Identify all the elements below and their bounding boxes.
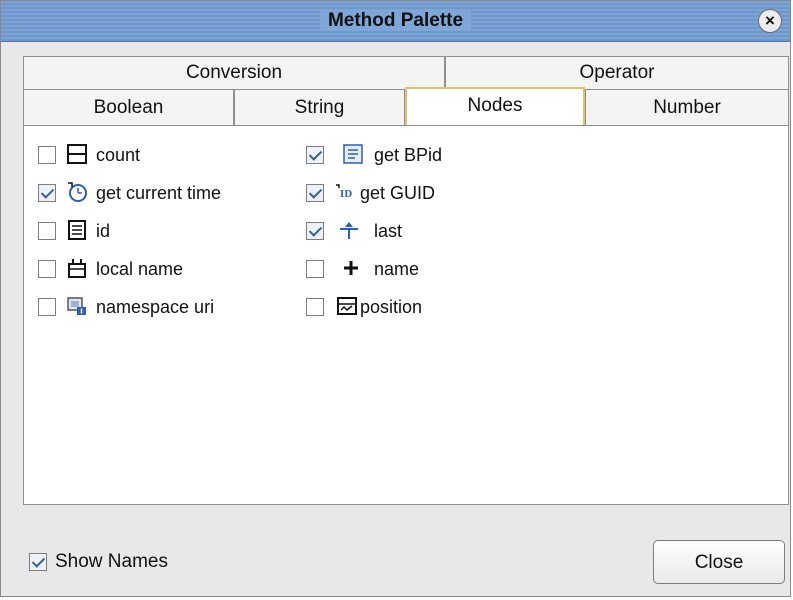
method-label: id	[96, 221, 111, 241]
method-item-local-name[interactable]: local name	[24, 254, 294, 284]
count-icon	[67, 144, 87, 164]
method-label: count	[96, 145, 141, 165]
show-names-checkbox[interactable]	[29, 553, 47, 571]
id-icon	[68, 220, 86, 240]
method-label: last	[374, 221, 403, 241]
method-item-position[interactable]: position	[294, 292, 514, 322]
close-window-icon[interactable]: ×	[758, 9, 782, 33]
show-names-label: Show Names	[55, 551, 168, 572]
method-item-count[interactable]: count	[24, 140, 294, 170]
method-label: namespace uri	[96, 297, 215, 317]
tab-number[interactable]: Number	[585, 89, 789, 125]
svg-text:ID: ID	[340, 190, 352, 200]
tab-nodes[interactable]: Nodes	[405, 87, 585, 126]
checkbox[interactable]	[306, 298, 324, 316]
methods-panel: count get current time id local name nam…	[23, 125, 789, 505]
tab-label: Boolean	[93, 97, 164, 118]
method-palette-window: Method Palette × Conversion Operator Boo…	[0, 0, 791, 597]
checkbox[interactable]	[38, 146, 56, 164]
tab-label: Operator	[579, 62, 655, 83]
clock-icon	[68, 182, 87, 202]
title-bar[interactable]: Method Palette ×	[1, 1, 790, 42]
method-item-name[interactable]: name	[294, 254, 514, 284]
method-label: local name	[96, 259, 184, 279]
tab-conversion[interactable]: Conversion	[23, 56, 445, 89]
last-icon	[340, 222, 358, 239]
method-item-get-bpid[interactable]: get BPid	[294, 140, 514, 170]
method-label: get GUID	[360, 183, 436, 203]
namespace-uri-icon	[67, 297, 86, 315]
checkbox[interactable]	[38, 184, 56, 202]
checkbox[interactable]	[38, 222, 56, 240]
checkbox[interactable]	[38, 260, 56, 278]
checkbox[interactable]	[306, 260, 324, 278]
tab-boolean[interactable]: Boolean	[23, 89, 234, 125]
position-icon	[337, 297, 357, 315]
method-item-last[interactable]: last	[294, 216, 514, 246]
method-label: position	[360, 297, 423, 317]
checkbox[interactable]	[306, 184, 324, 202]
tab-label: String	[294, 97, 345, 118]
window-title: Method Palette	[319, 10, 472, 31]
checkbox[interactable]	[38, 298, 56, 316]
method-item-get-current-time[interactable]: get current time	[24, 178, 294, 208]
local-name-icon	[68, 259, 86, 278]
checkbox[interactable]	[306, 146, 324, 164]
method-label: get BPid	[374, 145, 443, 165]
method-label: get current time	[96, 183, 222, 203]
tab-label: Number	[653, 97, 721, 118]
tab-string[interactable]: String	[234, 89, 405, 125]
plus-icon	[344, 261, 358, 275]
tab-operator[interactable]: Operator	[445, 56, 789, 89]
tab-label: Nodes	[467, 95, 523, 116]
tab-label: Conversion	[185, 62, 283, 83]
method-item-get-guid[interactable]: ID get GUID	[294, 178, 514, 208]
method-item-id[interactable]: id	[24, 216, 294, 246]
checkbox[interactable]	[306, 222, 324, 240]
close-button[interactable]: Close	[653, 540, 785, 584]
method-label: name	[374, 259, 420, 279]
bpid-icon	[343, 144, 363, 164]
guid-icon: ID	[336, 184, 352, 200]
method-item-namespace-uri[interactable]: namespace uri	[24, 292, 294, 322]
